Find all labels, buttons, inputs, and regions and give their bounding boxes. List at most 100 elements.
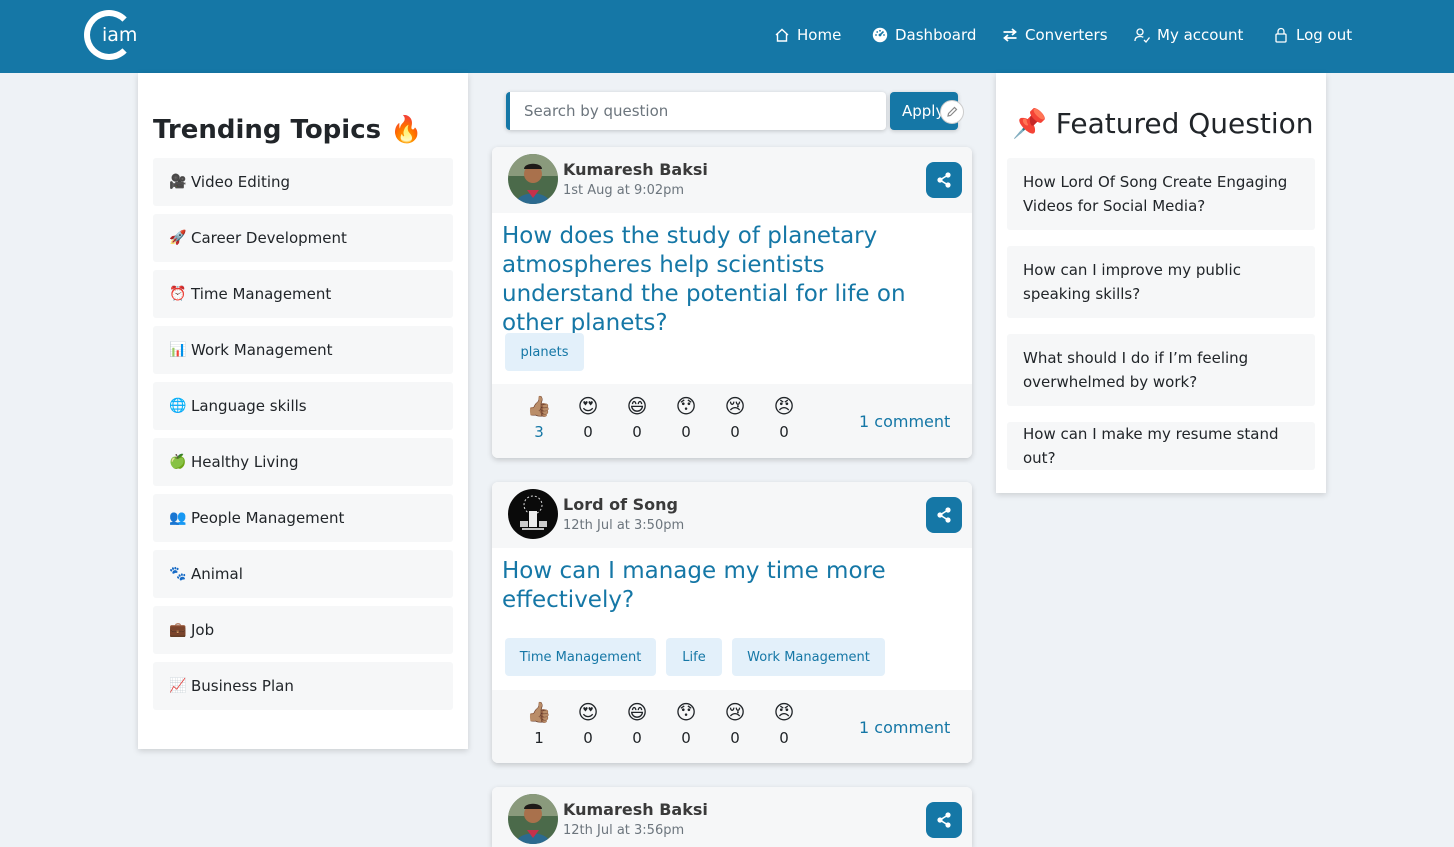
post-date: 1st Aug at 9:02pm: [563, 183, 685, 198]
share-button[interactable]: [926, 497, 962, 533]
reaction-sad[interactable]: 😢 0: [715, 392, 755, 441]
post-author[interactable]: Lord of Song: [563, 495, 678, 514]
trending-topics-title: Trending Topics 🔥: [153, 115, 423, 145]
nav-converters[interactable]: Converters: [1001, 24, 1108, 46]
trending-topics-panel: Trending Topics 🔥 🎥 Video Editing 🚀 Career…: [138, 73, 468, 749]
reaction-love[interactable]: 😍 0: [568, 392, 608, 441]
featured-question-item[interactable]: How can I make my resume stand out?: [1007, 422, 1315, 470]
nav-home[interactable]: Home: [773, 24, 841, 46]
nav-my-account[interactable]: My account: [1133, 24, 1243, 46]
crying-icon: 😢: [724, 394, 746, 418]
topic-business-plan[interactable]: 📈 Business Plan: [153, 662, 453, 710]
reaction-haha[interactable]: 😄 0: [617, 698, 657, 747]
question-title[interactable]: How can I manage my time more effectivel…: [502, 557, 962, 615]
reaction-angry[interactable]: 😠 0: [764, 698, 804, 747]
heart-eyes-icon: 😍: [577, 394, 599, 418]
reaction-wow[interactable]: 😯 0: [666, 392, 706, 441]
topic-label: Work Management: [191, 341, 333, 359]
pushpin-icon: 📌: [1012, 107, 1047, 140]
top-navbar: iam Home Dashboard Converters My account…: [0, 0, 1454, 73]
topic-label: Animal: [191, 565, 243, 583]
pencil-icon[interactable]: [940, 100, 964, 124]
topic-animal[interactable]: 🐾 Animal: [153, 550, 453, 598]
comment-link[interactable]: 1 comment: [859, 412, 950, 431]
post-header: Kumaresh Baksi 1st Aug at 9:02pm: [492, 147, 972, 213]
topic-job[interactable]: 💼 Job: [153, 606, 453, 654]
share-icon: [937, 507, 951, 523]
tag-life[interactable]: Life: [666, 638, 722, 676]
avatar[interactable]: [508, 154, 558, 204]
topic-people-management[interactable]: 👥 People Management: [153, 494, 453, 542]
fire-icon: 🔥: [390, 115, 423, 145]
topic-video-editing[interactable]: 🎥 Video Editing: [153, 158, 453, 206]
surprised-icon: 😯: [675, 394, 697, 418]
topic-label: Language skills: [191, 397, 307, 415]
thumbs-up-icon: 👍🏽: [526, 700, 552, 724]
share-icon: [937, 172, 951, 188]
share-button[interactable]: [926, 802, 962, 838]
reaction-love[interactable]: 😍 0: [568, 698, 608, 747]
alarm-clock-icon: ⏰: [169, 286, 187, 302]
reaction-count: 0: [583, 423, 593, 441]
tag-time-management[interactable]: Time Management: [505, 638, 656, 676]
paw-prints-icon: 🐾: [169, 566, 187, 582]
grin-icon: 😄: [626, 394, 648, 418]
search-input[interactable]: [506, 92, 886, 130]
topic-time-management[interactable]: ⏰ Time Management: [153, 270, 453, 318]
topic-healthy-living[interactable]: 🍏 Healthy Living: [153, 438, 453, 486]
featured-question-item[interactable]: What should I do if I’m feeling overwhel…: [1007, 334, 1315, 406]
reaction-like[interactable]: 👍🏽 3: [519, 392, 559, 441]
reaction-count: 0: [779, 729, 789, 747]
reaction-angry[interactable]: 😠 0: [764, 392, 804, 441]
topic-language-skills[interactable]: 🌐 Language skills: [153, 382, 453, 430]
post-header: Lord of Song 12th Jul at 3:50pm: [492, 482, 972, 548]
nav-dashboard[interactable]: Dashboard: [871, 24, 976, 46]
tag-planets[interactable]: planets: [505, 333, 584, 371]
nav-converters-label: Converters: [1025, 26, 1108, 44]
topic-work-management[interactable]: 📊 Work Management: [153, 326, 453, 374]
reaction-wow[interactable]: 😯 0: [666, 698, 706, 747]
arrows-icon: [1001, 26, 1019, 44]
reaction-haha[interactable]: 😄 0: [617, 392, 657, 441]
chart-increasing-icon: 📈: [169, 678, 187, 694]
home-icon: [773, 26, 791, 44]
post-author[interactable]: Kumaresh Baksi: [563, 800, 708, 819]
nav-log-out[interactable]: Log out: [1272, 24, 1352, 46]
avatar[interactable]: [508, 794, 558, 844]
grin-icon: 😄: [626, 700, 648, 724]
heart-eyes-icon: 😍: [577, 700, 599, 724]
featured-question-item[interactable]: How can I improve my public speaking ski…: [1007, 246, 1315, 318]
user-icon: [1133, 26, 1151, 44]
post-date: 12th Jul at 3:56pm: [563, 823, 685, 838]
featured-question-item[interactable]: How Lord Of Song Create Engaging Videos …: [1007, 158, 1315, 230]
reaction-count: 1: [534, 729, 544, 747]
reaction-bar: 👍🏽 1 😍 0 😄 0 😯 0 😢 0 😠 0 1 comment: [492, 690, 972, 763]
comment-link[interactable]: 1 comment: [859, 718, 950, 737]
share-button[interactable]: [926, 162, 962, 198]
post-author[interactable]: Kumaresh Baksi: [563, 160, 708, 179]
lock-icon: [1272, 26, 1290, 44]
video-camera-icon: 🎥: [169, 174, 187, 190]
nav-home-label: Home: [797, 26, 842, 44]
topic-label: Video Editing: [191, 173, 291, 191]
topic-label: Career Development: [191, 229, 347, 247]
reaction-count: 0: [632, 729, 642, 747]
topic-label: People Management: [191, 509, 345, 527]
question-title[interactable]: How does the study of planetary atmosphe…: [502, 222, 962, 338]
reaction-count: 0: [681, 729, 691, 747]
logo-text: iam: [100, 24, 140, 46]
briefcase-icon: 💼: [169, 622, 187, 638]
logo[interactable]: iam: [84, 10, 140, 62]
reaction-count: 3: [534, 423, 544, 441]
post-card: Kumaresh Baksi 12th Jul at 3:56pm: [492, 787, 972, 847]
apple-icon: 🍏: [169, 454, 187, 470]
thumbs-up-icon: 👍🏽: [526, 394, 552, 418]
crying-icon: 😢: [724, 700, 746, 724]
featured-question-title-text: Featured Question: [1055, 107, 1314, 140]
topic-label: Business Plan: [191, 677, 294, 695]
reaction-like[interactable]: 👍🏽 1: [519, 698, 559, 747]
topic-career-development[interactable]: 🚀 Career Development: [153, 214, 453, 262]
avatar[interactable]: [508, 489, 558, 539]
tag-work-management[interactable]: Work Management: [732, 638, 885, 676]
reaction-sad[interactable]: 😢 0: [715, 698, 755, 747]
